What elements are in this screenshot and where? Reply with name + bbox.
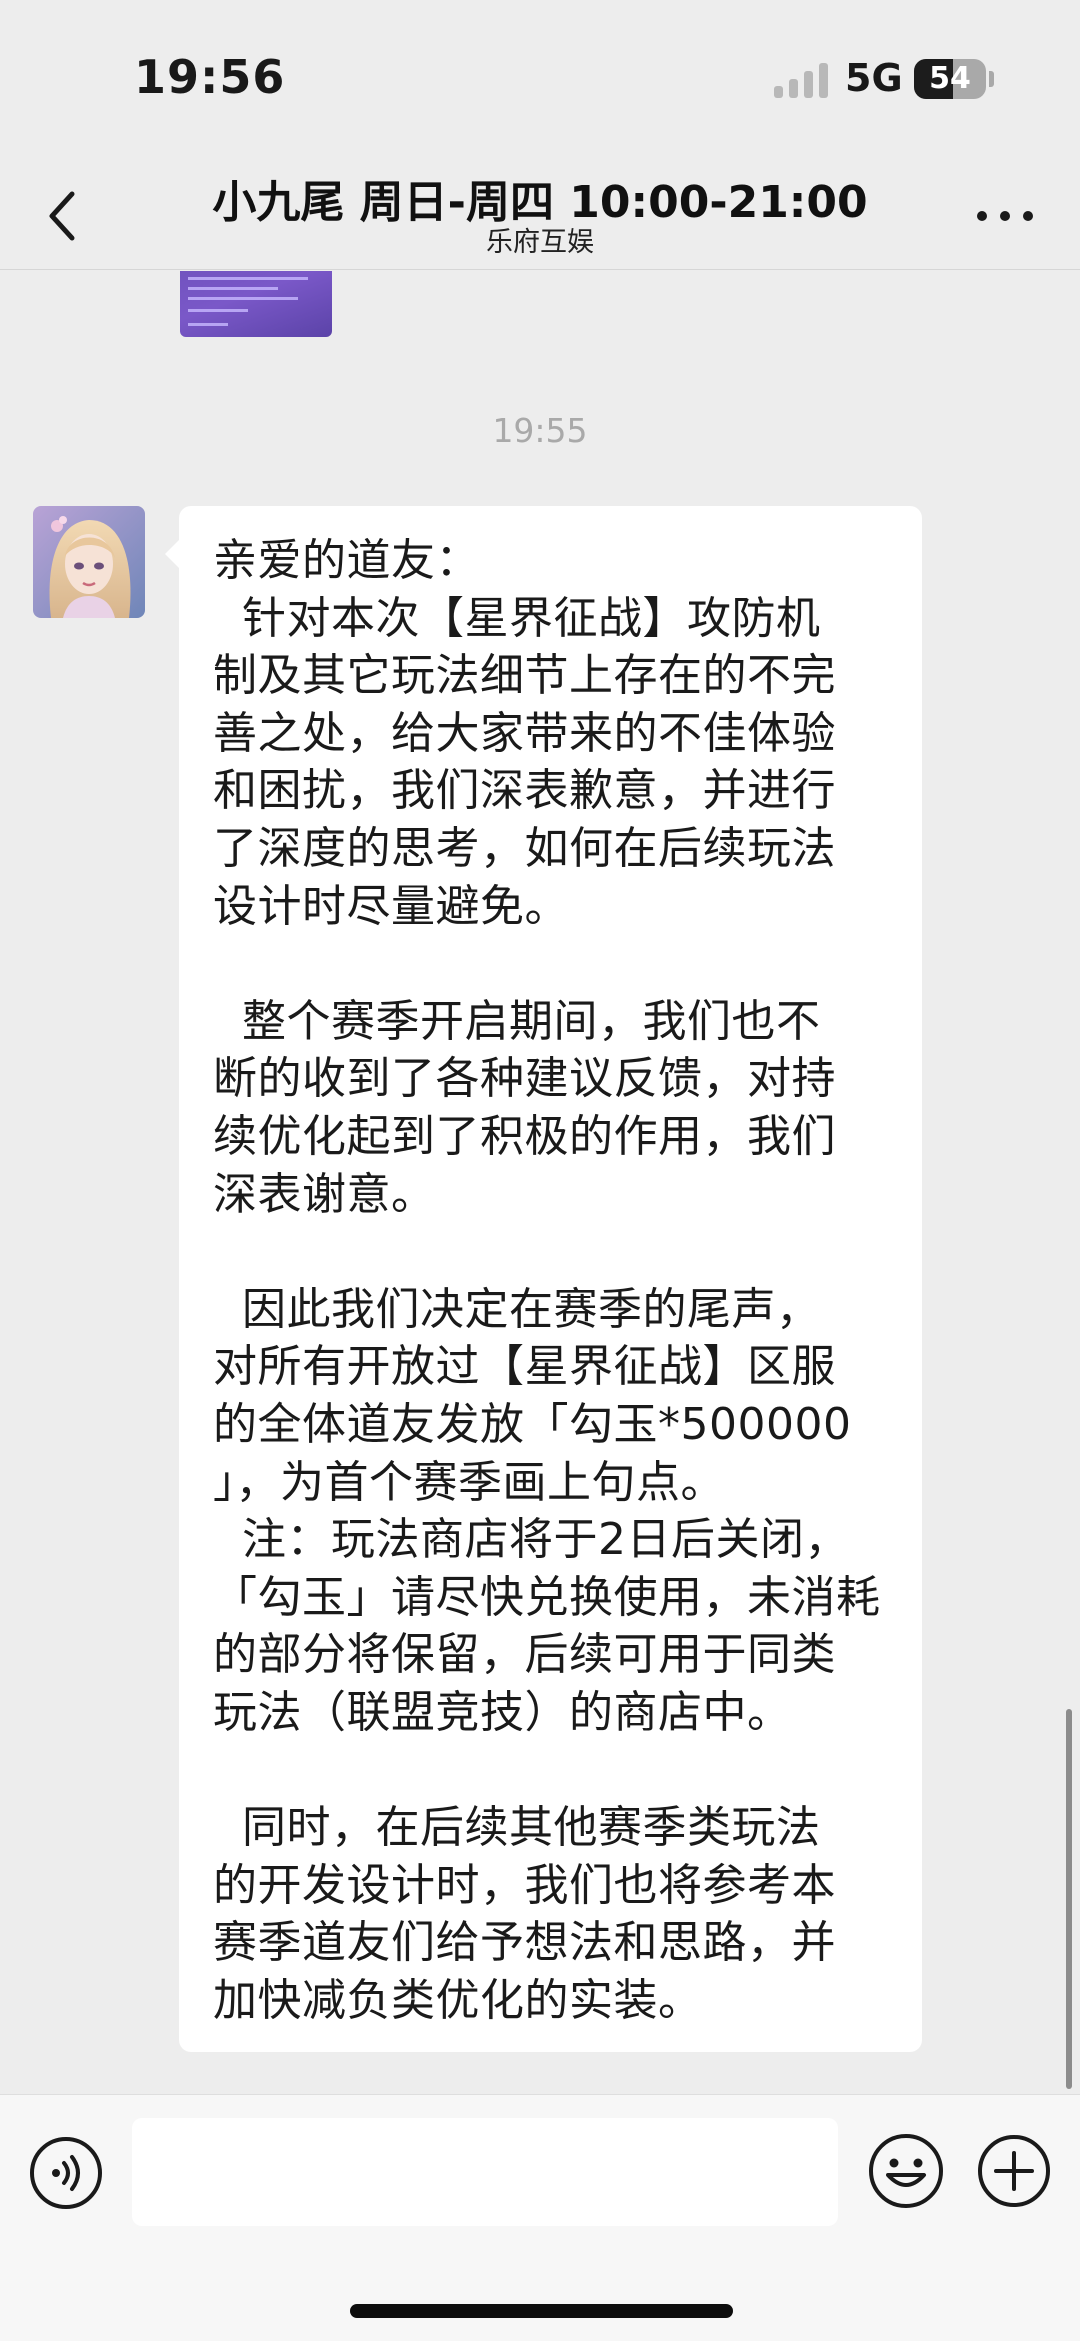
message-line: 和困扰，我们深表歉意，并进行: [213, 765, 836, 817]
back-button[interactable]: [30, 180, 100, 250]
message-line: 的全体道友发放「勾玉*500000: [213, 1398, 852, 1450]
scroll-indicator[interactable]: [1066, 1709, 1072, 2089]
message-line: 玩法（联盟竞技）的商店中。: [213, 1686, 792, 1738]
message-line: 赛季道友们给予想法和思路，并: [213, 1917, 836, 1969]
avatar[interactable]: [33, 506, 145, 618]
message-line: 因此我们决定在赛季的尾声，: [213, 1283, 821, 1335]
message-line: 设计时尽量避免。: [213, 880, 569, 932]
message-line: 「勾玉」请尽快兑换使用，未消耗: [213, 1571, 881, 1623]
status-bar: 19:56 5G 54: [0, 0, 1080, 160]
emoji-button[interactable]: [866, 2131, 946, 2211]
emoji-icon: [869, 2134, 943, 2208]
status-time: 19:56: [134, 50, 286, 104]
avatar-image: [33, 506, 145, 618]
home-indicator[interactable]: [350, 2304, 733, 2318]
chat-subtitle: 乐府互娱: [486, 227, 594, 258]
battery-icon: 54: [914, 59, 986, 99]
message-input[interactable]: [132, 2118, 838, 2226]
message-line: 亲爱的道友：: [213, 535, 480, 586]
chevron-left-icon: [49, 191, 75, 241]
chat-area[interactable]: 19:55 亲爱的道友： 针对本次【星界征战】攻防机 制及其它玩法细节上存在的不…: [0, 271, 1080, 2094]
message-line: 加快减负类优化的实装。: [213, 1974, 703, 2026]
message-line: [213, 935, 888, 993]
plus-icon: [978, 2135, 1050, 2207]
message-line: 深表谢意。: [213, 1168, 436, 1220]
message-line: 续优化起到了积极的作用，我们: [213, 1110, 836, 1162]
message-line: 善之处，给大家带来的不佳体验: [213, 707, 836, 759]
battery-nub: [989, 71, 994, 87]
previous-image-message[interactable]: [180, 271, 332, 337]
message-line: 对所有开放过【星界征战】区服: [213, 1341, 836, 1393]
message-line: 了深度的思考，如何在后续玩法: [213, 822, 836, 874]
message-line: 」，为首个赛季画上句点。: [213, 1456, 725, 1508]
message-timestamp: 19:55: [492, 411, 588, 450]
message-line: 针对本次【星界征战】攻防机: [213, 592, 821, 644]
plus-button[interactable]: [976, 2133, 1052, 2209]
message-line: 断的收到了各种建议反馈，对持: [213, 1053, 836, 1105]
message-line: 注：玩法商店将于2日后关闭，: [213, 1514, 849, 1566]
chat-header: 小九尾 周日-周四 10:00-21:00 乐府互娱: [0, 160, 1080, 270]
voice-icon: [30, 2137, 102, 2209]
message-bubble[interactable]: 亲爱的道友： 针对本次【星界征战】攻防机 制及其它玩法细节上存在的不完 善之处，给大…: [165, 506, 922, 2052]
signal-icon: [774, 60, 830, 98]
message-line: [213, 1223, 888, 1281]
network-type: 5G: [845, 56, 903, 100]
battery-level: 54: [929, 61, 971, 96]
message-line: 整个赛季开启期间，我们也不: [213, 995, 821, 1047]
more-button[interactable]: [970, 190, 1040, 240]
message-line: [213, 1741, 888, 1799]
message-line: 的部分将保留，后续可用于同类: [213, 1629, 836, 1681]
voice-button[interactable]: [28, 2135, 104, 2211]
message-line: 制及其它玩法细节上存在的不完: [213, 650, 836, 702]
message-line: 的开发设计时，我们也将参考本: [213, 1859, 836, 1911]
message-line: 同时，在后续其他赛季类玩法: [213, 1802, 821, 1854]
